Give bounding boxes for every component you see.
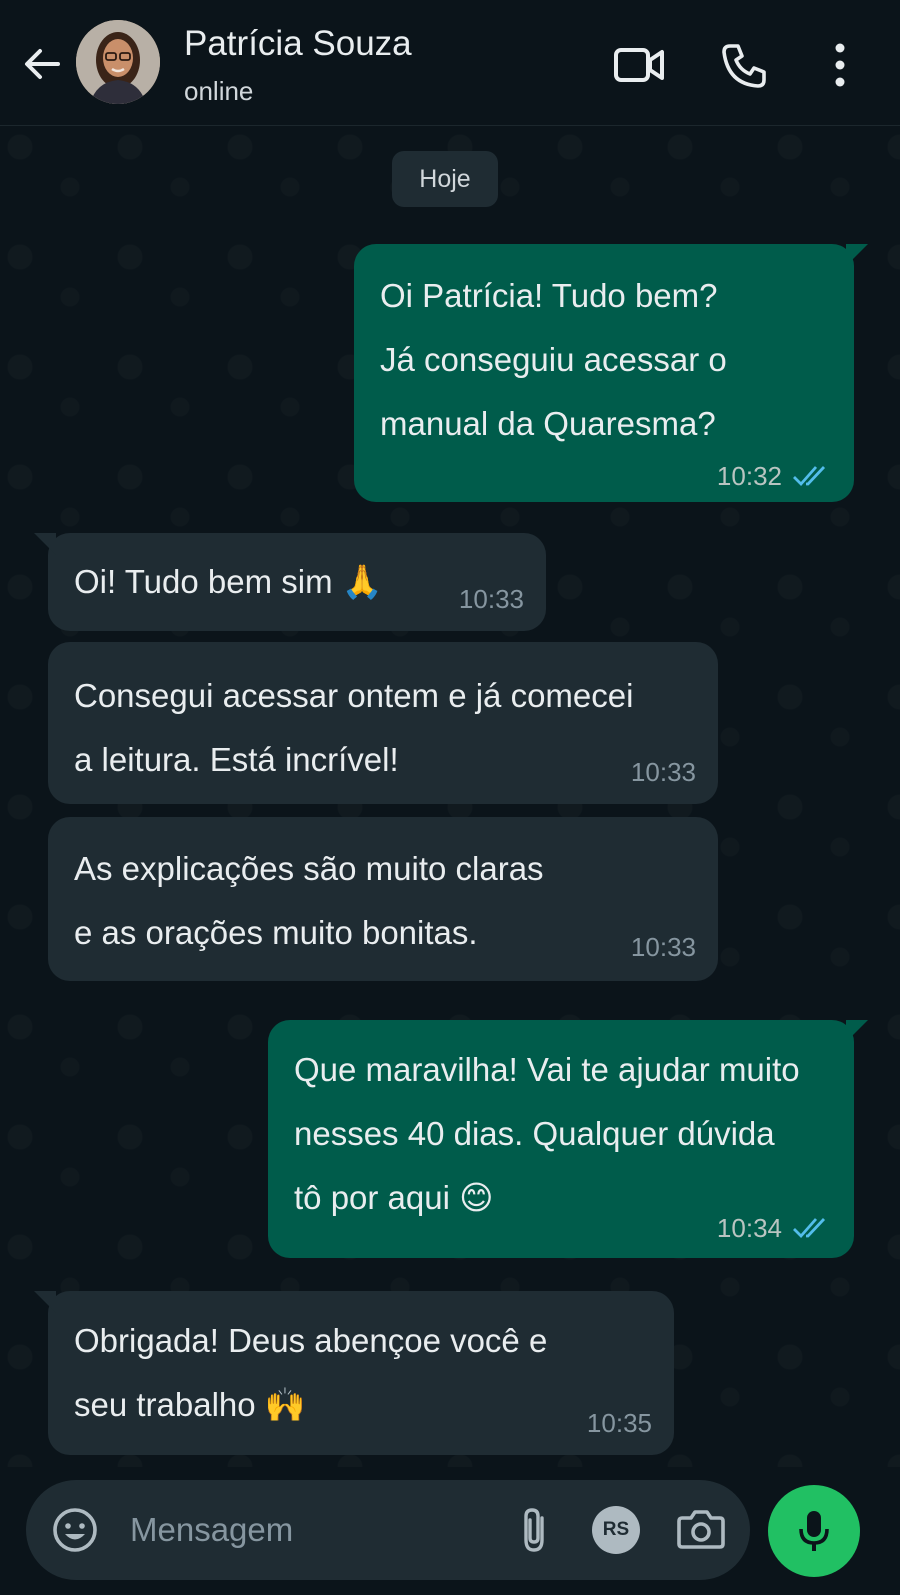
- bubble-tail: [846, 244, 868, 266]
- message-input[interactable]: [130, 1500, 510, 1560]
- message-meta: 10:34: [717, 1208, 832, 1248]
- avatar-photo: [76, 20, 160, 104]
- message-time: 10:33: [630, 932, 696, 962]
- incoming-message[interactable]: Obrigada! Deus abençoe você e seu trabal…: [34, 1291, 674, 1455]
- message-meta: 10:33: [459, 579, 524, 619]
- message-meta: 10:33: [631, 927, 696, 967]
- message-meta: 10:35: [587, 1403, 652, 1443]
- attach-icon[interactable]: [514, 1504, 554, 1556]
- bubble-tail: [846, 1020, 868, 1042]
- incoming-message[interactable]: Oi! Tudo bem sim 🙏 10:33: [34, 533, 546, 631]
- microphone-icon: [799, 1511, 829, 1551]
- outgoing-message[interactable]: Que maravilha! Vai te ajudar muito nesse…: [268, 1020, 868, 1258]
- message-list[interactable]: Hoje Oi Patrícia! Tudo bem? Já conseguiu…: [0, 127, 900, 1467]
- read-receipt-icon: [793, 1218, 826, 1239]
- message-text: Oi Patrícia! Tudo bem? Já conseguiu aces…: [380, 277, 727, 442]
- message-text: Oi! Tudo bem sim 🙏: [74, 563, 383, 600]
- message-time: 10:33: [630, 757, 696, 787]
- phone-call-icon[interactable]: [718, 40, 772, 90]
- camera-icon[interactable]: [676, 1506, 726, 1552]
- avatar[interactable]: [76, 20, 160, 104]
- emoji-icon[interactable]: [50, 1505, 100, 1555]
- sticker-button[interactable]: RS: [592, 1506, 640, 1554]
- message-time: 10:33: [458, 584, 524, 614]
- date-chip: Hoje: [392, 151, 498, 207]
- back-arrow-icon[interactable]: [20, 42, 64, 86]
- read-receipt-icon: [793, 466, 826, 487]
- chat-header: Patrícia Souza online: [0, 0, 900, 126]
- bubble-tail: [34, 1291, 56, 1313]
- message-composer: RS: [26, 1480, 750, 1580]
- outgoing-message[interactable]: Oi Patrícia! Tudo bem? Já conseguiu aces…: [354, 244, 868, 502]
- more-options-icon[interactable]: [818, 40, 862, 90]
- contact-name[interactable]: Patrícia Souza: [184, 24, 412, 64]
- voice-message-button[interactable]: [768, 1485, 860, 1577]
- incoming-message[interactable]: As explicações são muito claras e as ora…: [48, 817, 718, 981]
- message-meta: 10:33: [631, 752, 696, 792]
- video-call-icon[interactable]: [612, 40, 666, 90]
- message-time: 10:35: [586, 1408, 652, 1438]
- message-text: Consegui acessar ontem e já comecei a le…: [74, 677, 634, 778]
- bubble-tail: [34, 533, 56, 555]
- contact-status: online: [184, 76, 254, 106]
- message-time: 10:32: [716, 461, 782, 491]
- message-text: Obrigada! Deus abençoe você e seu trabal…: [74, 1322, 548, 1423]
- message-time: 10:34: [716, 1213, 782, 1243]
- message-text: Que maravilha! Vai te ajudar muito nesse…: [294, 1051, 800, 1216]
- incoming-message[interactable]: Consegui acessar ontem e já comecei a le…: [48, 642, 718, 804]
- message-text: As explicações são muito claras e as ora…: [74, 850, 544, 951]
- message-meta: 10:32: [717, 456, 832, 496]
